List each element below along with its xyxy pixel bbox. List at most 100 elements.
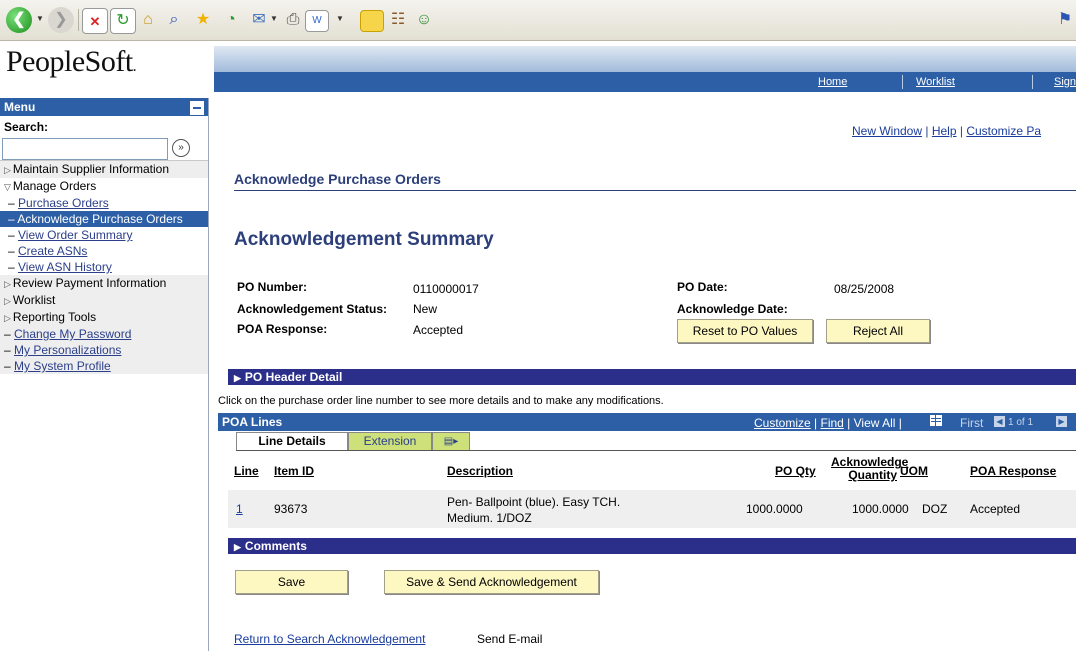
menu-search-label: Search: [4, 120, 49, 134]
customize-page-link[interactable]: Customize Pa [966, 124, 1041, 138]
tab-line-details[interactable]: Line Details [236, 432, 348, 450]
menu-item-manage-orders[interactable]: ▽ Manage Orders [0, 178, 208, 195]
tab-extension[interactable]: Extension [348, 432, 432, 451]
notes-icon[interactable] [360, 10, 384, 32]
line-number-link[interactable]: 1 [236, 502, 243, 516]
col-description[interactable]: Description [447, 464, 513, 478]
minimize-icon[interactable] [190, 101, 204, 115]
po-header-detail-bar[interactable]: ▶ PO Header Detail [228, 369, 1076, 385]
po-date-label: PO Date: [677, 280, 728, 294]
save-send-acknowledgement-button[interactable]: Save & Send Acknowledgement [384, 570, 599, 594]
customize-link[interactable]: Customize [754, 416, 811, 430]
nav-worklist-link[interactable]: Worklist [916, 76, 955, 88]
page-subtitle: Acknowledgement Summary [234, 229, 494, 250]
favorites-icon[interactable]: ★ [191, 8, 215, 32]
send-email-link[interactable]: Send E-mail [477, 632, 542, 646]
col-uom[interactable]: UOM [900, 464, 928, 478]
menu-item-acknowledge-po[interactable]: – Acknowledge Purchase Orders [0, 211, 208, 227]
comments-bar[interactable]: ▶ Comments [228, 538, 1076, 554]
col-poa-response[interactable]: POA Response [970, 464, 1056, 478]
ack-status-value: New [413, 302, 438, 316]
browser-toolbar: ❮ ▼ ❯ ✕ ↻ ⌂ ⌕ ★ ◔ ✉ ▼ ⎙ W ▼ ☷ ☺ ⚑ [0, 0, 1076, 41]
research-icon[interactable]: ☷ [386, 8, 410, 32]
stop-icon[interactable]: ✕ [82, 8, 108, 34]
menu-item-personalizations[interactable]: – My Personalizations [0, 342, 208, 358]
toolbar-separator [78, 9, 79, 31]
print-icon[interactable]: ⎙ [281, 8, 305, 32]
menu-item-create-asns[interactable]: – Create ASNs [0, 243, 208, 259]
menu-item-system-profile[interactable]: – My System Profile [0, 358, 208, 374]
left-menu: Menu Search: » ▷ Maintain Supplier Inform… [0, 98, 209, 651]
col-item-id[interactable]: Item ID [274, 464, 314, 478]
search-icon[interactable]: ⌕ [162, 8, 186, 32]
po-number-label: PO Number: [237, 280, 308, 294]
menu-search-input[interactable] [2, 138, 168, 160]
forward-icon[interactable]: ❯ [48, 7, 74, 33]
find-link[interactable]: Find [820, 416, 843, 430]
menu-item-reporting-tools[interactable]: ▷ Reporting Tools [0, 309, 208, 326]
col-line[interactable]: Line [234, 464, 259, 478]
nav-home-link[interactable]: Home [818, 76, 847, 88]
expanded-triangle-icon: ▽ [4, 182, 11, 192]
instruction-note: Click on the purchase order line number … [218, 395, 664, 407]
po-date-value: 08/25/2008 [834, 282, 895, 296]
menu-item-view-order-summary[interactable]: – View Order Summary [0, 227, 208, 243]
help-link[interactable]: Help [932, 124, 957, 138]
nav-separator [1032, 75, 1033, 89]
poa-response-value: Accepted [413, 323, 464, 337]
ack-qty-cell: 1000.0000 [852, 502, 909, 516]
collapsed-triangle-icon: ▷ [4, 296, 11, 306]
show-all-columns-icon[interactable]: ▤▸ [432, 432, 470, 451]
col-ack-quantity[interactable]: Acknowledge Quantity [831, 456, 908, 482]
download-grid-icon[interactable] [930, 415, 942, 426]
collapsed-triangle-icon: ▷ [4, 165, 11, 175]
menu-item-view-asn-history[interactable]: – View ASN History [0, 259, 208, 275]
save-button[interactable]: Save [235, 570, 348, 594]
po-number-value: 0110000017 [413, 282, 479, 296]
menu-header: Menu [0, 98, 208, 116]
peoplesoft-logo: PeopleSoft. [6, 45, 137, 78]
menu-item-maintain-supplier[interactable]: ▷ Maintain Supplier Information [0, 161, 208, 178]
back-icon[interactable]: ❮ [6, 7, 32, 33]
search-go-icon[interactable]: » [172, 139, 190, 157]
history-icon[interactable]: ◔ [219, 8, 243, 32]
item-id-cell: 93673 [274, 502, 308, 516]
mail-icon[interactable]: ✉ [247, 8, 271, 32]
mail-dropdown-icon[interactable]: ▼ [270, 14, 278, 24]
first-link[interactable]: First [960, 416, 983, 430]
return-to-search-link[interactable]: Return to Search Acknowledgement [234, 632, 425, 646]
new-window-link[interactable]: New Window [852, 124, 922, 138]
table-row [228, 490, 1076, 528]
header-nav: Home Worklist Sign [214, 72, 1076, 92]
reset-to-po-values-button[interactable]: Reset to PO Values [677, 319, 813, 343]
messenger-icon[interactable]: ☺ [412, 8, 436, 32]
po-qty-cell: 1000.0000 [746, 502, 803, 516]
ack-status-label: Acknowledgement Status: [237, 302, 388, 316]
poa-lines-title: POA Lines [222, 415, 283, 429]
home-icon[interactable]: ⌂ [136, 8, 160, 32]
uom-cell: DOZ [922, 502, 948, 516]
refresh-icon[interactable]: ↻ [110, 8, 136, 34]
nav-sign-link[interactable]: Sign [1054, 76, 1076, 88]
menu-item-review-payment[interactable]: ▷ Review Payment Information [0, 275, 208, 292]
windows-logo-icon: ⚑ [1057, 11, 1073, 28]
edit-icon[interactable]: W [305, 10, 329, 32]
collapsed-triangle-icon: ▷ [4, 313, 11, 323]
header-band [214, 46, 1076, 74]
previous-icon[interactable]: ◀ [994, 416, 1005, 427]
tab-underline [236, 450, 1076, 451]
collapsed-triangle-icon: ▷ [4, 279, 11, 289]
next-icon[interactable]: ▶ [1056, 416, 1067, 427]
edit-dropdown-icon[interactable]: ▼ [336, 14, 344, 24]
view-all-link[interactable]: View All [854, 416, 896, 430]
reject-all-button[interactable]: Reject All [826, 319, 930, 343]
expand-triangle-icon: ▶ [234, 373, 241, 383]
menu-item-worklist[interactable]: ▷ Worklist [0, 292, 208, 309]
poa-response-label: POA Response: [237, 322, 328, 336]
menu-item-change-password[interactable]: – Change My Password [0, 326, 208, 342]
col-po-qty[interactable]: PO Qty [775, 464, 816, 478]
nav-separator [902, 75, 903, 89]
back-dropdown-icon[interactable]: ▼ [36, 14, 44, 24]
menu-item-purchase-orders[interactable]: – Purchase Orders [0, 195, 208, 211]
expand-triangle-icon: ▶ [234, 542, 241, 552]
